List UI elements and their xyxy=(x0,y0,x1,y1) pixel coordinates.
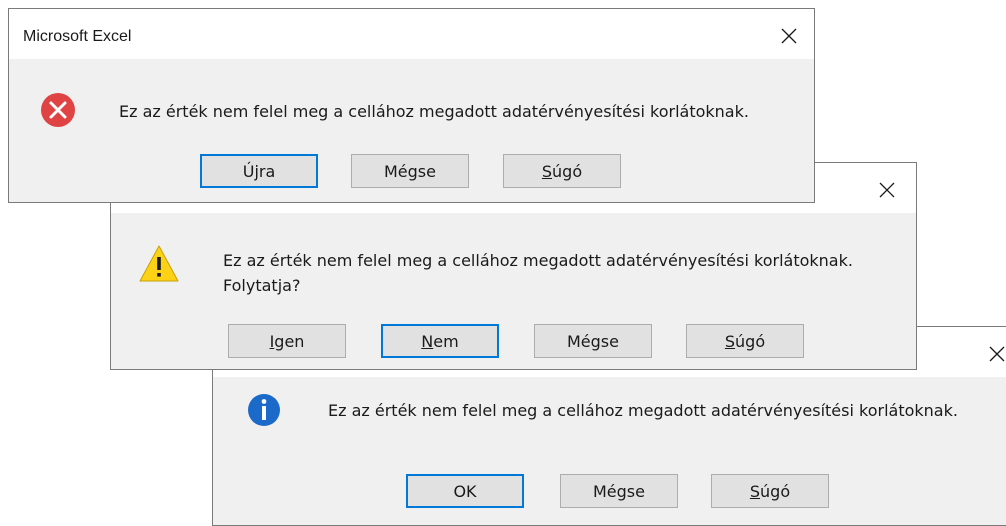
cancel-button[interactable]: Mégse xyxy=(351,154,469,188)
help-button[interactable]: Súgó xyxy=(503,154,621,188)
cancel-button[interactable]: Mégse xyxy=(534,324,652,358)
cancel-button-label: Mégse xyxy=(384,161,436,181)
warning-icon xyxy=(139,245,179,286)
help-rest: úgó xyxy=(760,481,791,501)
info-icon xyxy=(247,393,281,431)
help-button[interactable]: Súgó xyxy=(686,324,804,358)
info-close-button[interactable] xyxy=(975,335,1006,373)
help-button-label: Súgó xyxy=(750,482,790,501)
warning-message-line-1: Ez az érték nem felel meg a cellához meg… xyxy=(223,251,853,270)
error-dialog: Microsoft Excel Ez az érték nem felel me… xyxy=(8,8,815,203)
info-dialog-body: Ez az érték nem felel meg a cellához meg… xyxy=(213,377,1006,525)
retry-accel: j xyxy=(254,161,259,181)
yes-button[interactable]: Igen xyxy=(228,324,346,358)
help-accel: S xyxy=(541,161,553,181)
yes-rest: gen xyxy=(274,331,305,351)
retry-button[interactable]: Újra xyxy=(200,154,318,188)
close-icon xyxy=(989,346,1005,362)
no-rest: em xyxy=(433,331,459,351)
help-button[interactable]: Súgó xyxy=(711,474,829,508)
help-button-label: Súgó xyxy=(725,332,765,351)
error-dialog-title: Microsoft Excel xyxy=(23,28,132,45)
close-icon xyxy=(879,182,895,198)
warning-dialog-body: Ez az érték nem felel meg a cellához meg… xyxy=(111,213,916,369)
error-message: Ez az érték nem felel meg a cellához meg… xyxy=(119,99,749,124)
retry-rest: ra xyxy=(258,161,276,181)
help-accel: S xyxy=(749,481,761,501)
help-button-label: Súgó xyxy=(542,162,582,181)
error-icon xyxy=(40,92,76,132)
no-button-label: Nem xyxy=(421,332,458,351)
cancel-button-label: Mégse xyxy=(593,481,645,501)
warning-message-line-2: Folytatja? xyxy=(223,276,301,295)
close-icon xyxy=(781,28,797,44)
help-accel: S xyxy=(724,331,736,351)
no-button[interactable]: Nem xyxy=(381,324,499,358)
retry-pre: Ú xyxy=(242,161,255,181)
ok-button[interactable]: OK xyxy=(406,474,524,508)
info-message-line: Ez az érték nem felel meg a cellához meg… xyxy=(328,401,958,420)
error-dialog-titlebar[interactable]: Microsoft Excel xyxy=(9,9,814,59)
warning-message: Ez az érték nem felel meg a cellához meg… xyxy=(223,248,853,298)
help-rest: úgó xyxy=(552,161,583,181)
retry-button-label: Újra xyxy=(243,162,276,181)
error-dialog-body: Ez az érték nem felel meg a cellához meg… xyxy=(9,59,814,202)
error-close-button[interactable] xyxy=(767,17,811,55)
ok-button-label: OK xyxy=(453,481,477,501)
warning-close-button[interactable] xyxy=(865,171,909,209)
cancel-button[interactable]: Mégse xyxy=(560,474,678,508)
cancel-button-label: Mégse xyxy=(567,331,619,351)
help-rest: úgó xyxy=(735,331,766,351)
info-message: Ez az érték nem felel meg a cellához meg… xyxy=(328,398,958,423)
yes-button-label: Igen xyxy=(270,332,305,351)
error-message-line: Ez az érték nem felel meg a cellához meg… xyxy=(119,102,749,121)
no-accel: N xyxy=(421,331,434,351)
